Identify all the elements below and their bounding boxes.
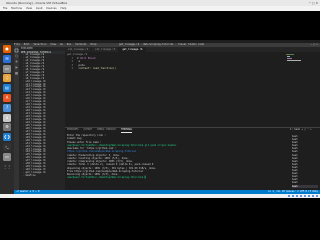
dock-app-rhythmbox-icon[interactable]: ♫ bbox=[3, 74, 11, 83]
dock-app-help-icon[interactable]: ? bbox=[3, 103, 11, 112]
vm-menu-input[interactable]: Input bbox=[36, 7, 43, 10]
vscode-menu-help[interactable]: Help bbox=[91, 43, 97, 46]
vm-network-icon bbox=[299, 194, 302, 197]
source-control-icon bbox=[15, 60, 18, 63]
vm-status-bar bbox=[0, 193, 320, 198]
editor-tab[interactable]: s12_lineage.rb bbox=[92, 47, 120, 52]
explorer-icon bbox=[14, 48, 19, 53]
extensions-icon bbox=[15, 72, 18, 75]
dock-app-files-icon[interactable]: ▭ bbox=[3, 64, 11, 73]
run-icon bbox=[15, 66, 18, 69]
vm-menu-help[interactable]: Help bbox=[60, 7, 66, 10]
ubuntu-dock: ● ✉ ▭ ♫ ▤ A? a ⚙ ❮❯ ›_ ▭ ⋮⋮ bbox=[0, 43, 14, 198]
vm-menu-bar: File Machine View Input Devices Help bbox=[0, 6, 320, 11]
dock-app-software-icon[interactable]: A bbox=[3, 93, 11, 102]
explorer-sidebar: EXPLORER WEB-SCRAPING-TUTORIAL ›s1_linea… bbox=[19, 47, 65, 190]
panel-tab-terminal[interactable]: TERMINAL bbox=[120, 128, 133, 133]
terminal-instance-item[interactable]: bash bbox=[292, 184, 318, 188]
file-list: ›s1_lineage.rb ›s2_lineage.rb ›s3_lineage.… bbox=[19, 53, 65, 178]
terminal-toolbar[interactable]: 1: bash + ▢ ⌃ ✕ bbox=[290, 128, 312, 132]
vscode-menu-go[interactable]: Go bbox=[60, 43, 63, 46]
vm-audio-icon bbox=[295, 194, 298, 197]
search-icon bbox=[15, 54, 18, 58]
vscode-menu-run[interactable]: Run bbox=[67, 43, 71, 46]
minimap[interactable] bbox=[286, 53, 316, 73]
panel-tab-output[interactable]: OUTPUT bbox=[84, 128, 93, 133]
breadcrumb[interactable]: get_lineage.rb bbox=[67, 53, 87, 56]
dock-app-app-grid-icon[interactable]: ⋮⋮ bbox=[3, 162, 11, 171]
panel-tab-debug-console[interactable]: DEBUG CONSOLE bbox=[97, 128, 116, 133]
vm-shared-folder-icon bbox=[307, 194, 310, 197]
vm-menu-file[interactable]: File bbox=[3, 7, 7, 10]
dock-app-vscode-icon[interactable]: ❮❯ bbox=[3, 133, 11, 142]
vscode-menu-file[interactable]: File bbox=[14, 43, 20, 46]
vm-usb-icon bbox=[303, 194, 306, 197]
panel-tab-problems[interactable]: PROBLEMS bbox=[67, 128, 79, 133]
minimap-line-2 bbox=[287, 56, 290, 57]
dock-app-terminal-icon[interactable]: ›_ bbox=[3, 142, 11, 151]
dock-app-thunderbird-icon[interactable]: ✉ bbox=[3, 54, 11, 63]
vscode-menu-edit[interactable]: Edit bbox=[24, 43, 30, 46]
vm-title: Ubuntu [Running] - Oracle VM VirtualBox bbox=[6, 1, 68, 5]
vm-menu-view[interactable]: View bbox=[26, 7, 32, 10]
dock-app-firefox-icon[interactable]: ● bbox=[3, 45, 11, 53]
dock-app-writer-icon[interactable]: ▤ bbox=[3, 84, 11, 93]
vm-menu-devices[interactable]: Devices bbox=[46, 7, 56, 10]
minimap-line-4 bbox=[287, 60, 301, 61]
editor-tab[interactable]: s11_lineage.rb bbox=[65, 47, 93, 52]
dock-app-amazon-icon[interactable]: a bbox=[3, 113, 11, 122]
explorer-file-label: Gemfile bbox=[25, 174, 36, 178]
minimap-line-1 bbox=[286, 54, 294, 55]
vm-optical-icon bbox=[291, 194, 294, 197]
code-text: content: read_function() bbox=[77, 66, 117, 70]
terminal-line: user@user-VirtualBox:~/Desktop/Web-Scrap… bbox=[67, 176, 147, 180]
explorer-file-item[interactable]: ›Gemfile bbox=[19, 174, 65, 178]
editor-tab[interactable]: get_lineage.rb bbox=[119, 47, 147, 52]
terminal-output[interactable]: Enter the repository link : Commit msg Ple… bbox=[67, 134, 289, 180]
code-line: 4 content: read_function() bbox=[67, 67, 116, 70]
dock-app-files-2-icon[interactable]: ▭ bbox=[3, 152, 11, 161]
vm-disk-icon bbox=[287, 194, 290, 197]
code-editor[interactable]: 1 # Unit Block 2 a3 puts 4 content: read_fu… bbox=[67, 57, 116, 70]
panel-tabs: PROBLEMS OUTPUT DEBUG CONSOLE TERMINAL bbox=[67, 128, 133, 133]
vscode-menu-selection[interactable]: Selection bbox=[33, 43, 46, 46]
editor-tabs: s11_lineage.rb s12_lineage.rb get_lineage.… bbox=[65, 47, 320, 52]
minimap-line-3 bbox=[287, 58, 292, 59]
dock-app-settings-icon[interactable]: ⚙ bbox=[3, 123, 11, 132]
vscode-menu-view[interactable]: View bbox=[50, 43, 56, 46]
line-number: 4 bbox=[71, 66, 73, 70]
terminal-list: bash bash bash bash bash bash bash bash bash bash… bbox=[292, 135, 318, 188]
vm-keyboard-icon bbox=[315, 194, 318, 197]
vm-display-icon bbox=[311, 194, 314, 197]
vm-menu-machine[interactable]: Machine bbox=[11, 7, 22, 10]
vscode-menu: File Edit Selection View Go Run Terminal… bbox=[14, 43, 99, 46]
vscode-menu-terminal[interactable]: Terminal bbox=[75, 43, 87, 46]
